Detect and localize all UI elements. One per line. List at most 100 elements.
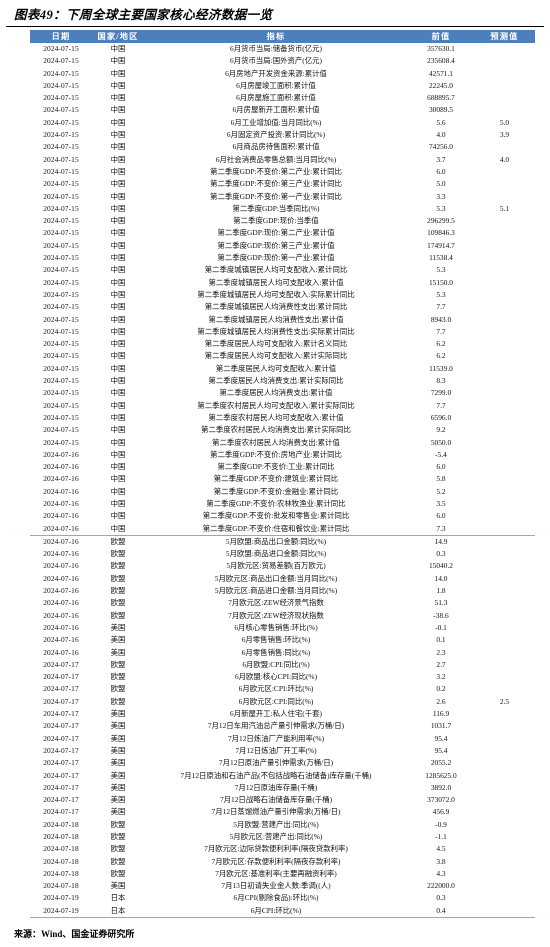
cell-region: 中国 bbox=[110, 437, 126, 447]
cell-region: 欧盟 bbox=[110, 868, 126, 878]
cell-region: 中国 bbox=[110, 326, 126, 336]
cell-region: 中国 bbox=[110, 388, 126, 398]
table-row: 2024-07-15 中国 6月工业增加值:当月同比(%) 5.6 5.0 bbox=[30, 117, 535, 129]
cell-indicator: 6月零售销售:环比(%) bbox=[241, 635, 311, 645]
cell-region: 欧盟 bbox=[110, 819, 126, 829]
cell-forecast: 2.5 bbox=[499, 696, 510, 706]
cell-region: 美国 bbox=[110, 807, 126, 817]
table-row: 2024-07-17 美国 7月12日炼油厂开工率(%) 95.4 bbox=[30, 745, 535, 757]
cell-date: 2024-07-15 bbox=[43, 68, 79, 78]
cell-forecast bbox=[474, 252, 535, 264]
cell-date: 2024-07-15 bbox=[43, 400, 79, 410]
table-row: 2024-07-15 中国 6月房屋竣工面积:累计值 22245.0 bbox=[30, 80, 535, 92]
cell-forecast bbox=[474, 178, 535, 190]
cell-forecast bbox=[474, 55, 535, 67]
table-row: 2024-07-16 美国 6月零售销售:环比(%) 0.1 bbox=[30, 634, 535, 646]
table-row: 2024-07-15 中国 第二季度农村居民人均消费支出:累计值 5050.0 bbox=[30, 437, 535, 449]
cell-date: 2024-07-17 bbox=[43, 733, 79, 743]
cell-indicator: 第二季度GDP:现价:第二产业:累计值 bbox=[217, 228, 335, 238]
cell-date: 2024-07-16 bbox=[43, 549, 79, 559]
table-row: 2024-07-18 美国 7月13日初请失业金人数:季调((人) 222000.0 bbox=[30, 880, 535, 892]
cell-date: 2024-07-15 bbox=[43, 277, 79, 287]
cell-indicator: 6月房屋竣工面积:累计值 bbox=[236, 80, 316, 90]
cell-previous: 6.0 bbox=[436, 511, 446, 521]
cell-previous: 373072.0 bbox=[427, 795, 455, 805]
cell-forecast bbox=[474, 708, 535, 720]
cell-date: 2024-07-17 bbox=[43, 684, 79, 694]
cell-forecast bbox=[474, 350, 535, 362]
cell-forecast bbox=[474, 548, 535, 560]
cell-region: 中国 bbox=[110, 80, 126, 90]
table-row: 2024-07-15 中国 6月房屋新开工面积:累计值 30089.5 bbox=[30, 104, 535, 116]
cell-region: 欧盟 bbox=[110, 598, 126, 608]
cell-date: 2024-07-16 bbox=[43, 536, 79, 546]
cell-date: 2024-07-15 bbox=[43, 154, 79, 164]
cell-previous: 0.1 bbox=[436, 635, 446, 645]
cell-previous: 9.2 bbox=[436, 425, 446, 435]
cell-date: 2024-07-17 bbox=[43, 696, 79, 706]
cell-region: 美国 bbox=[110, 733, 126, 743]
cell-previous: 5.6 bbox=[436, 117, 446, 127]
cell-date: 2024-07-19 bbox=[30, 904, 92, 919]
cell-date: 2024-07-15 bbox=[43, 179, 79, 189]
cell-region: 中国 bbox=[110, 511, 126, 521]
column-header-forecast: 预测值 bbox=[474, 30, 535, 43]
cell-indicator: 6月货币当局:国外资产(亿元) bbox=[230, 56, 322, 66]
table-row: 2024-07-15 中国 第二季度GDP:当季同比(%) 5.3 5.1 bbox=[30, 203, 535, 215]
table-row: 2024-07-15 中国 第二季度农村居民人均消费支出:累计实际同比 9.2 bbox=[30, 424, 535, 436]
cell-indicator: 6月工业增加值:当月同比(%) bbox=[230, 117, 322, 127]
cell-indicator: 6月CPI:环比(%) bbox=[144, 904, 408, 919]
cell-previous: 11538.4 bbox=[429, 253, 453, 263]
cell-previous: 688895.7 bbox=[427, 93, 455, 103]
cell-previous: 3.8 bbox=[436, 856, 446, 866]
cell-date: 2024-07-16 bbox=[43, 498, 79, 508]
cell-date: 2024-07-16 bbox=[43, 586, 79, 596]
cell-forecast bbox=[474, 326, 535, 338]
table-row: 2024-07-17 欧盟 6月欧元区:CPI:环比(%) 0.2 bbox=[30, 683, 535, 695]
cell-indicator: 6月欧盟:CPI:同比(%) bbox=[242, 659, 310, 669]
cell-date: 2024-07-15 bbox=[43, 302, 79, 312]
table-container: 日期 国家/地区 指标 前值 预测值 2024-07-15 中国 6月货币当局:储备… bbox=[0, 30, 550, 919]
cell-indicator: 第二季度GDP:现价:第一产业:累计值 bbox=[217, 253, 335, 263]
cell-date: 2024-07-16 bbox=[43, 561, 79, 571]
cell-date: 2024-07-16 bbox=[43, 610, 79, 620]
cell-previous: 6.0 bbox=[436, 462, 446, 472]
cell-region: 中国 bbox=[110, 253, 126, 263]
cell-region: 中国 bbox=[110, 449, 126, 459]
cell-previous: 42571.1 bbox=[428, 68, 454, 78]
table-row: 2024-07-15 中国 6月固定资产投资:累计同比(%) 4.0 3.9 bbox=[30, 129, 535, 141]
cell-forecast bbox=[474, 166, 535, 178]
table-row: 2024-07-16 中国 第二季度GDP:不变价:工业:累计同比 6.0 bbox=[30, 461, 535, 473]
cell-region: 美国 bbox=[110, 647, 126, 657]
cell-forecast bbox=[474, 610, 535, 622]
table-row: 2024-07-16 中国 第二季度GDP:不变价:住宿和餐饮业:累计同比 7.3 bbox=[30, 522, 535, 536]
cell-region: 中国 bbox=[110, 216, 126, 226]
cell-indicator: 7月12日战略石油储备库存量(千桶) bbox=[219, 795, 333, 805]
cell-indicator: 第二季度GDP:不变价:第三产业:累计同比 bbox=[210, 179, 342, 189]
cell-indicator: 第二季度GDP:不变价:第一产业:累计同比 bbox=[210, 191, 342, 201]
cell-indicator: 6月CPI(剔除食品):环比(%) bbox=[233, 893, 319, 903]
cell-forecast bbox=[474, 856, 535, 868]
cell-date: 2024-07-15 bbox=[43, 363, 79, 373]
cell-previous: 3.3 bbox=[436, 191, 446, 201]
cell-forecast bbox=[474, 104, 535, 116]
cell-indicator: 7月欧元区:边际贷款便利利率(隔夜贷款利率) bbox=[204, 844, 348, 854]
cell-indicator: 第二季度GDP:不变价:工业:累计同比 bbox=[217, 462, 335, 472]
cell-date: 2024-07-16 bbox=[43, 449, 79, 459]
cell-region: 中国 bbox=[110, 44, 126, 53]
cell-region: 美国 bbox=[110, 745, 126, 755]
cell-date: 2024-07-17 bbox=[43, 807, 79, 817]
cell-previous: 4.0 bbox=[436, 130, 446, 140]
cell-previous: 7.3 bbox=[408, 522, 474, 536]
cell-forecast bbox=[474, 868, 535, 880]
cell-forecast bbox=[474, 80, 535, 92]
cell-date: 2024-07-18 bbox=[43, 856, 79, 866]
cell-previous: 109846.3 bbox=[427, 228, 455, 238]
table-row: 2024-07-16 欧盟 7月欧元区:ZEW经济景气指数 51.3 bbox=[30, 597, 535, 609]
cell-region: 中国 bbox=[110, 93, 126, 103]
column-header-indicator: 指标 bbox=[144, 30, 408, 43]
table-row: 2024-07-15 中国 6月商品房待售面积:累计值 74256.0 bbox=[30, 141, 535, 153]
cell-forecast bbox=[474, 461, 535, 473]
cell-previous: 174914.7 bbox=[427, 240, 455, 250]
cell-date: 2024-07-17 bbox=[43, 709, 79, 719]
